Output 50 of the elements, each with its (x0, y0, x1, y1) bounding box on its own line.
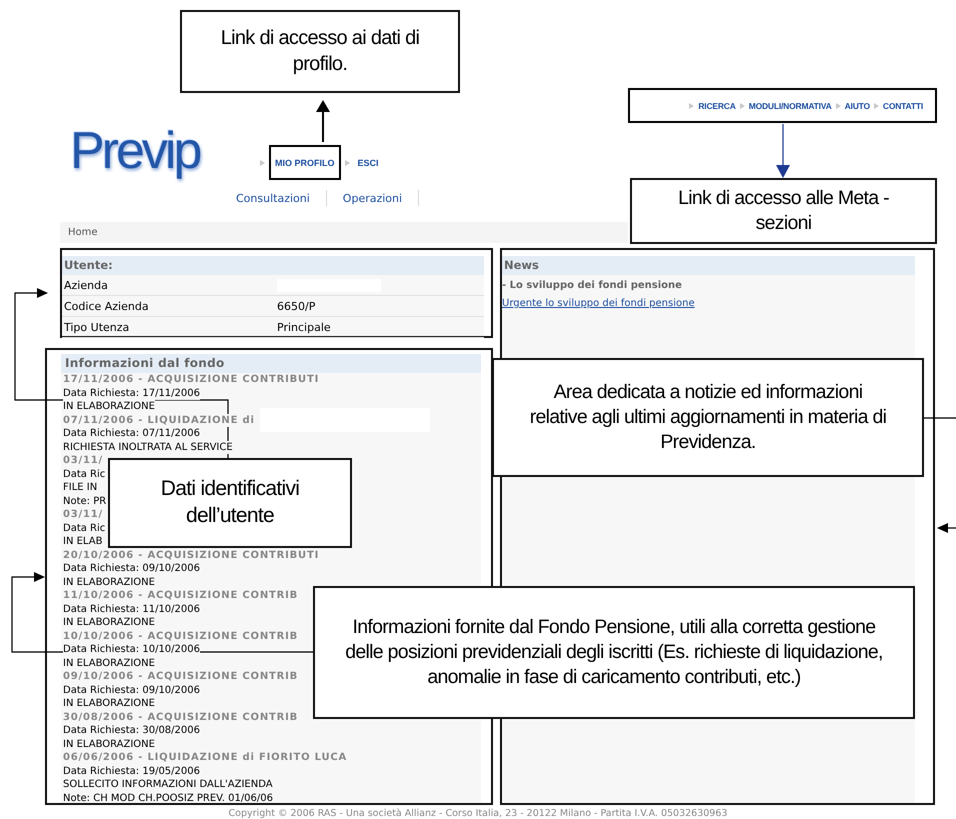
entry-heading: 06/06/2006 - LIQUIDAZIONE di FIORITO LUCA (63, 751, 348, 764)
entry-text: Data Richiesta: 19/05/2006 (63, 764, 200, 778)
entry-heading: 20/10/2006 - ACQUISIZIONE CONTRIBUTI (63, 548, 320, 562)
entry-text: Note: CH MOD CH.POOSIZ PREV. 01/06/06 (63, 792, 273, 803)
bullet-icon (836, 102, 841, 108)
bullet-icon (689, 102, 694, 108)
bullet-icon (344, 160, 350, 166)
callout-box: Link di accesso alle Meta - sezioni (630, 178, 937, 244)
entry-text: RICHIESTA INOLTRATA AL SERVICE (63, 440, 233, 454)
bullet-icon (874, 102, 879, 108)
callout-box: Area dedicata a notizie ed informazioni relative agli ultimi aggiornamenti in materia di Previdenza. (492, 358, 924, 477)
entry-heading: 07/11/2006 - LIQUIDAZIONE di (63, 414, 255, 427)
panel-title: News (502, 256, 915, 275)
callout-box: Link di accesso ai dati di profilo. (180, 10, 460, 93)
field-label: Azienda (64, 278, 109, 292)
entry-heading: 17/11/2006 - ACQUISIZIONE CONTRIBUTI (63, 373, 320, 386)
news-title: - Lo sviluppo dei fondi pensione (502, 280, 683, 291)
meta-link[interactable]: MODULI/NORMATIVA (748, 100, 832, 110)
nav-tab[interactable]: Operazioni (342, 190, 420, 206)
profile-link[interactable]: MIO PROFILO (269, 145, 340, 180)
field-value: Principale (277, 320, 331, 334)
entry-text: Data Richiesta: 17/11/2006 (63, 386, 200, 400)
entry-heading: 11/10/2006 - ACQUISIZIONE CONTRIB (63, 589, 298, 602)
connector-arrow (937, 523, 956, 533)
entry-heading: 30/08/2006 - ACQUISIZIONE CONTRIB (63, 710, 298, 724)
callout-box: Informazioni fornite dal Fondo Pensione, utili alla corretta gestione delle posizioni previdenziali degli iscritti (Es. richieste di liquidazione, anomalie in fase di caricamento contributi, etc.) (313, 586, 915, 719)
meta-link[interactable]: AIUTO (844, 100, 870, 110)
leader-line (924, 417, 956, 419)
nav-tab[interactable]: Consultazioni (236, 190, 327, 206)
field-label: Codice Azienda (64, 300, 150, 312)
entry-heading: 09/10/2006 - ACQUISIZIONE CONTRIB (63, 670, 298, 684)
bullet-icon (740, 102, 745, 108)
connector-arrow (316, 100, 330, 142)
entry-heading: 10/10/2006 - ACQUISIZIONE CONTRIB (63, 630, 298, 643)
logo: Previp (70, 121, 201, 182)
meta-link[interactable]: CONTATTI (882, 100, 923, 110)
panel-title: Informazioni dal fondo (61, 354, 481, 373)
panel-title: Utente: (62, 256, 484, 275)
field-value: 6650/P (277, 300, 316, 312)
callout-box: Dati identificativi dell’utente (108, 458, 352, 548)
meta-link[interactable]: RICERCA (698, 100, 736, 110)
news-link[interactable]: Urgente lo sviluppo dei fondi pensione (502, 298, 695, 309)
bullet-icon (260, 160, 265, 166)
profile-link[interactable]: ESCI (354, 145, 383, 180)
breadcrumb[interactable]: Home (60, 222, 628, 243)
entry-text: Data Richiesta: 11/10/2006 (63, 602, 200, 616)
entry-text: Data Richiesta: 09/10/2006 (63, 684, 200, 697)
copyright-text: Copyright © 2006 RAS - Una società Allianz - Corso Italia, 23 - 20122 Milano - Partita I.V.A. 05032630963 (228, 808, 728, 819)
field-label: Tipo Utenza (64, 320, 130, 334)
connector-arrow (776, 124, 790, 178)
